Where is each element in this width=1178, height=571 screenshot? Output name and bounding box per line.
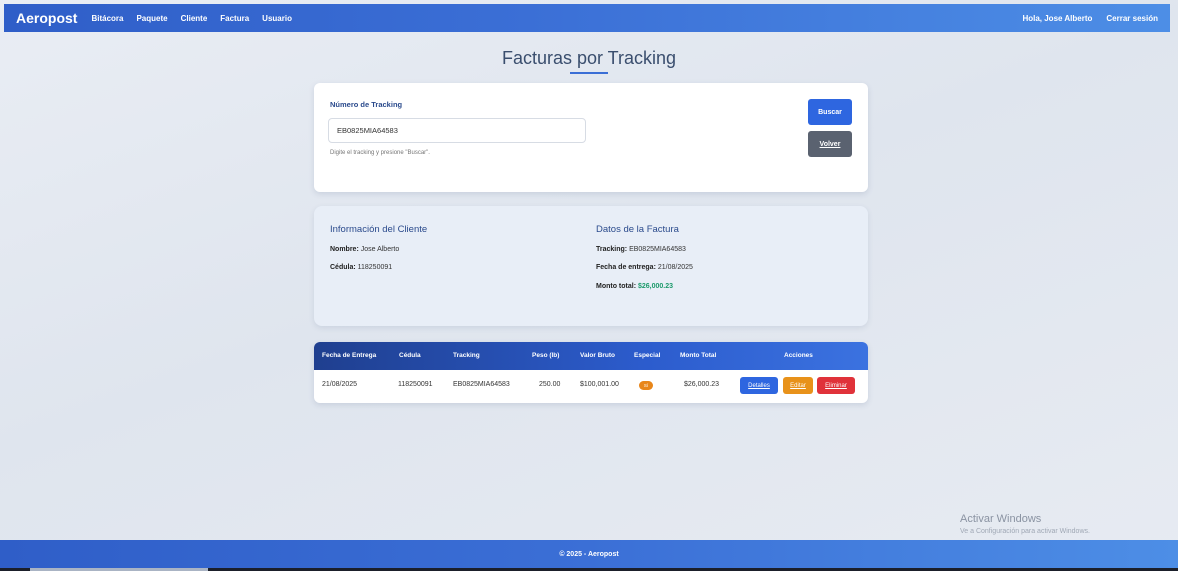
buscar-button[interactable]: Buscar (808, 99, 852, 125)
cliente-cedula: Cédula: 118250091 (330, 264, 392, 271)
nombre-label: Nombre: (330, 246, 359, 253)
th-especial: Especial (634, 352, 661, 359)
facturas-table: Fecha de Entrega Cédula Tracking Peso (l… (314, 342, 868, 403)
cliente-nombre: Nombre: Jose Alberto (330, 246, 399, 253)
tracking-help-text: Digite el tracking y presione "Buscar". (330, 150, 430, 156)
th-peso: Peso (lb) (532, 352, 560, 359)
brand-logo[interactable]: Aeropost (16, 10, 77, 26)
cell-peso: 250.00 (539, 381, 561, 388)
factura-tracking: Tracking: EB0825MIA64583 (596, 246, 686, 253)
th-cedula: Cédula (399, 352, 421, 359)
cell-tracking: EB0825MIA64583 (453, 381, 510, 388)
nav-usuario[interactable]: Usuario (262, 14, 292, 23)
nav-bitacora[interactable]: Bitácora (91, 14, 123, 23)
factura-fecha: Fecha de entrega: 21/08/2025 (596, 264, 693, 271)
monto-value: $26,000.23 (638, 283, 674, 290)
cell-fecha: 21/08/2025 (322, 381, 358, 388)
tracking-input[interactable]: EB0825MIA64583 (328, 118, 586, 143)
factura-monto: Monto total: $26,000.23 (596, 283, 673, 290)
th-tracking: Tracking (453, 352, 480, 359)
eliminar-button[interactable]: Eliminar (817, 377, 855, 394)
volver-button[interactable]: Volver (808, 131, 852, 157)
navbar: Aeropost Bitácora Paquete Cliente Factur… (4, 4, 1170, 32)
nombre-value: Jose Alberto (360, 246, 400, 253)
tracking-label-info: Tracking: (596, 246, 628, 253)
fecha-value: 21/08/2025 (657, 264, 693, 271)
th-monto-total: Monto Total (680, 352, 717, 359)
footer-text: © 2025 - Aeropost (559, 550, 619, 558)
tracking-value: EB0825MIA64583 (629, 246, 686, 253)
monto-label: Monto total: (596, 283, 637, 290)
cell-monto-total: $26,000.23 (684, 381, 720, 388)
fecha-label: Fecha de entrega: (596, 264, 656, 271)
nav-cliente[interactable]: Cliente (181, 14, 208, 23)
title-underline (570, 72, 608, 74)
user-greeting: Hola, Jose Alberto (1022, 13, 1093, 23)
page-background: Aeropost Bitácora Paquete Cliente Factur… (0, 0, 1178, 571)
especial-badge: Sí (639, 381, 653, 390)
detalles-button[interactable]: Detalles (740, 377, 778, 394)
cell-valor-bruto: $100,001.00 (580, 381, 619, 388)
cell-cedula: 118250091 (398, 381, 433, 388)
cedula-value: 118250091 (357, 264, 393, 271)
footer: © 2025 - Aeropost (0, 540, 1178, 568)
nav-paquete[interactable]: Paquete (136, 14, 167, 23)
cedula-label: Cédula: (330, 264, 356, 271)
windows-activation-title: Activar Windows (960, 513, 1042, 525)
nav-user-area: Hola, Jose Alberto Cerrar sesión (1008, 14, 1158, 23)
table-header: Fecha de Entrega Cédula Tracking Peso (l… (314, 342, 868, 370)
page-title: Facturas por Tracking (501, 48, 677, 68)
search-card: Número de Tracking EB0825MIA64583 Digite… (314, 83, 868, 192)
factura-heading: Datos de la Factura (596, 224, 679, 235)
editar-button[interactable]: Editar (783, 377, 813, 394)
cliente-heading: Información del Cliente (330, 224, 428, 235)
logout-link[interactable]: Cerrar sesión (1106, 14, 1158, 23)
th-valor-bruto: Valor Bruto (580, 352, 616, 359)
nav-factura[interactable]: Factura (220, 14, 249, 23)
windows-activation-subtitle: Ve a Configuración para activar Windows. (960, 528, 1090, 535)
tracking-label: Número de Tracking (330, 100, 403, 109)
th-acciones: Acciones (784, 352, 813, 359)
info-card: Información del Cliente Nombre: Jose Alb… (314, 206, 868, 326)
th-fecha: Fecha de Entrega (322, 352, 377, 359)
